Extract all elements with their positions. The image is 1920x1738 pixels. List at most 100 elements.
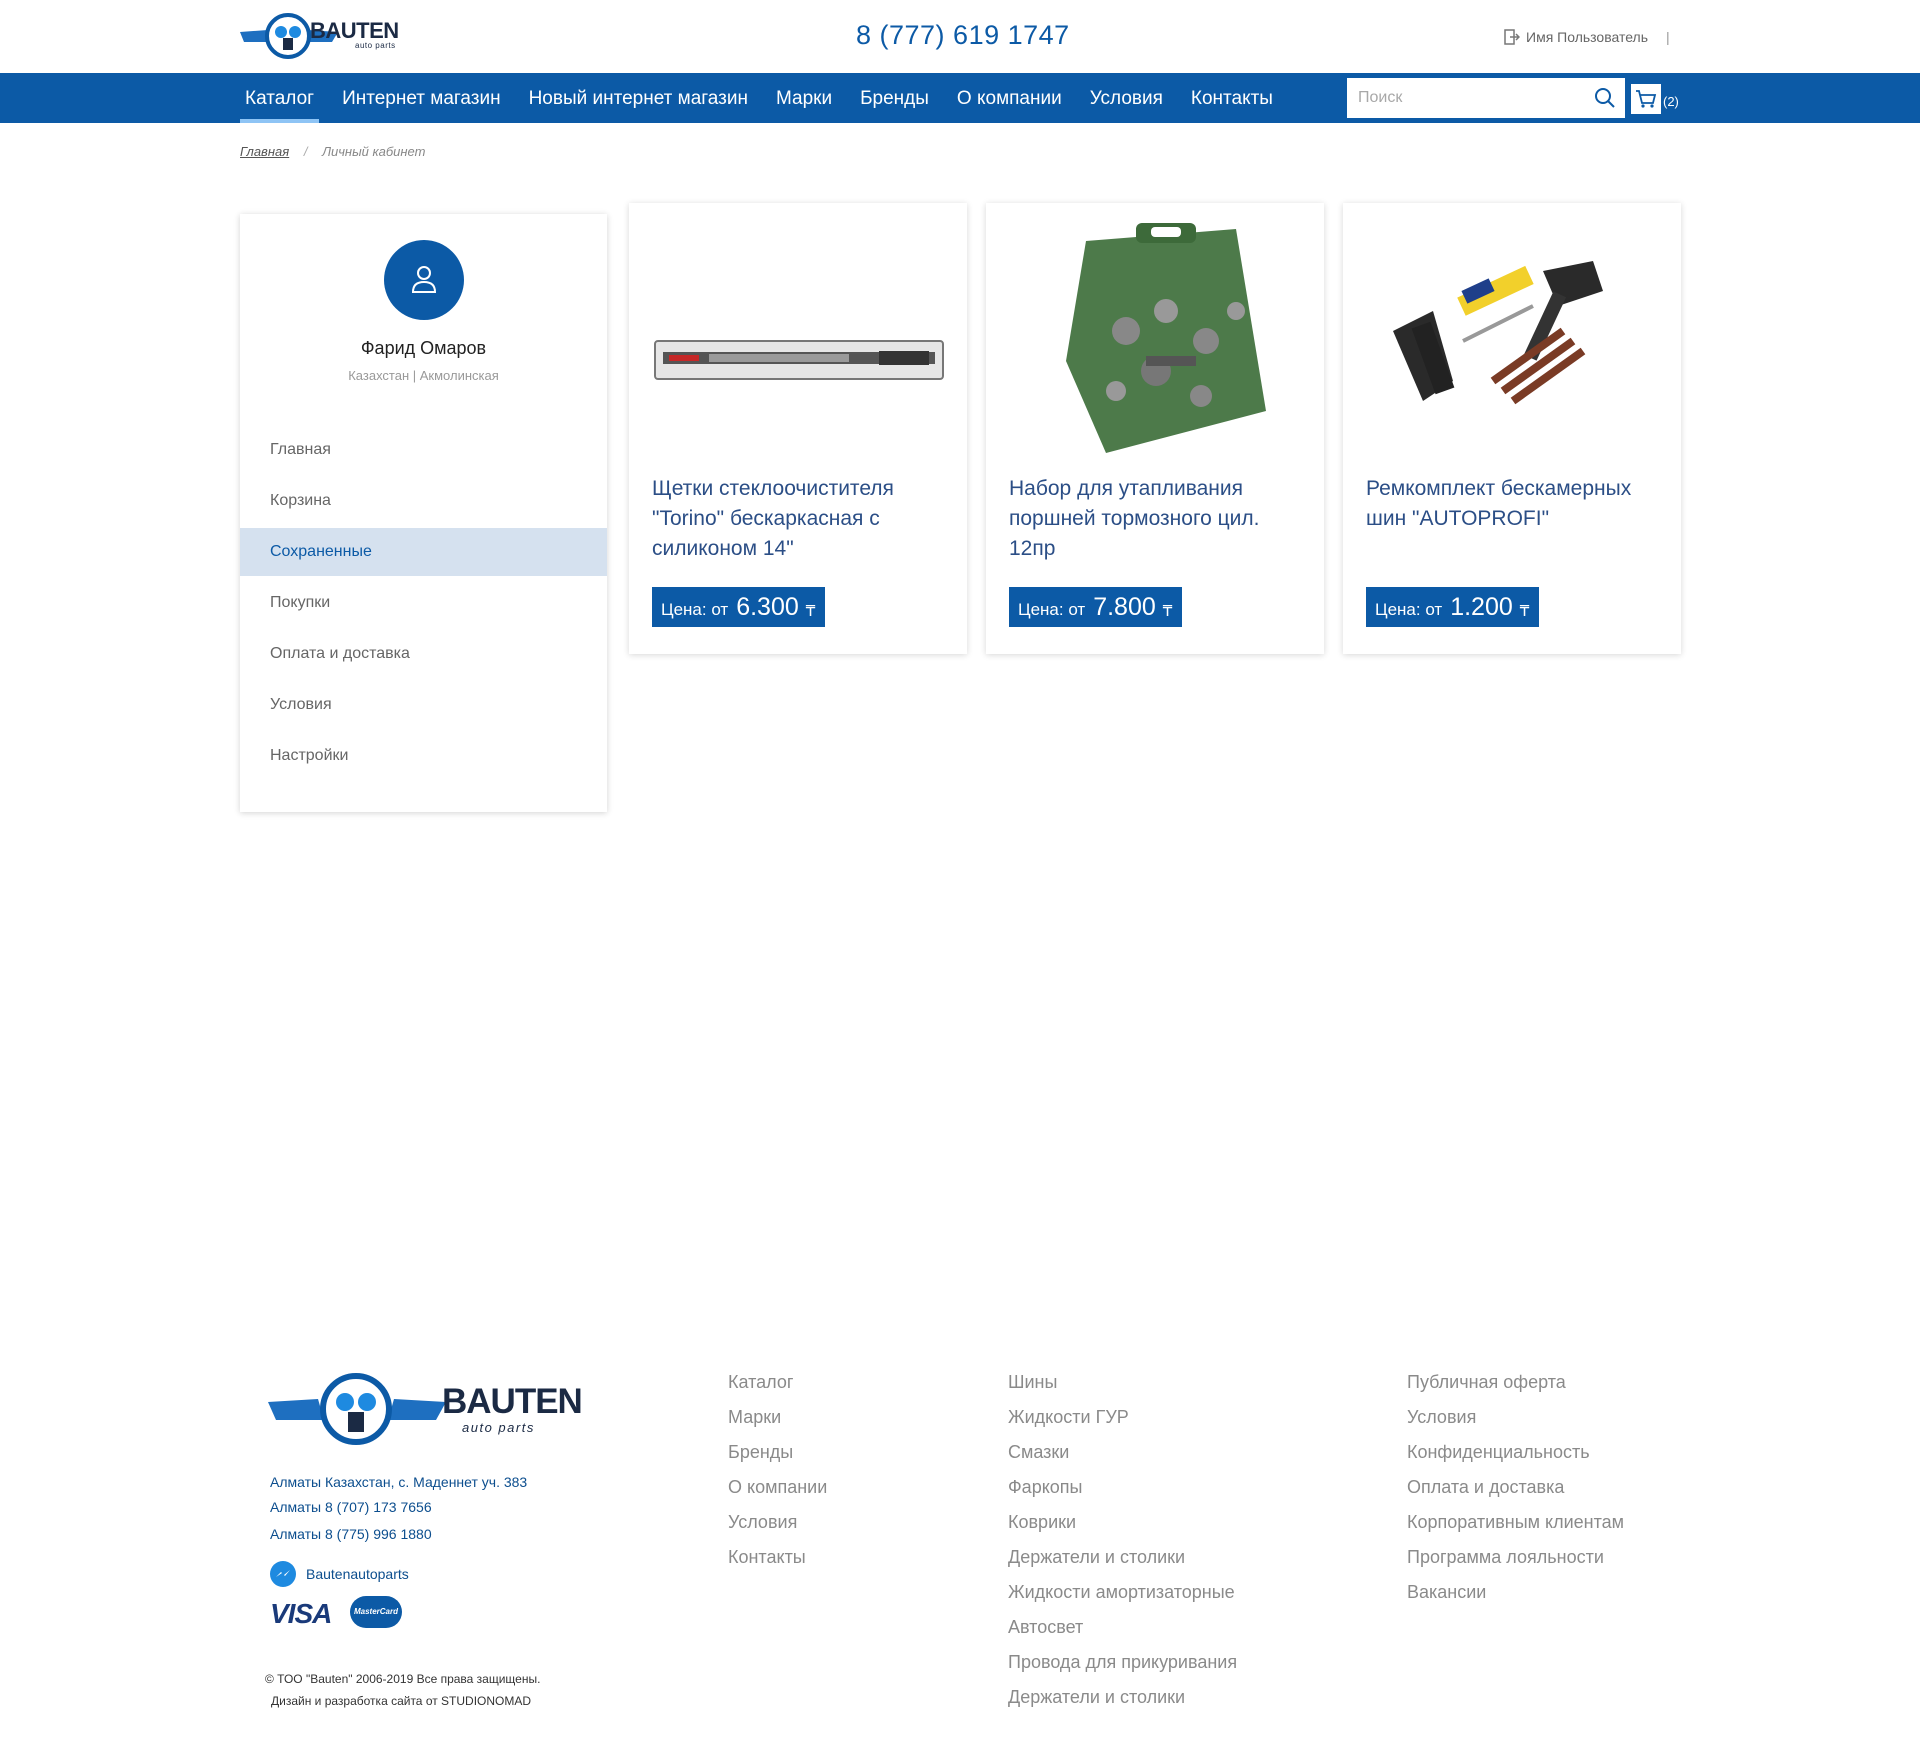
- developer-credit[interactable]: Дизайн и разработка сайта от STUDIONOMAD: [271, 1694, 531, 1708]
- profile-menu: Главная Корзина Сохраненные Покупки Опла…: [240, 426, 607, 783]
- profile-menu-terms[interactable]: Условия: [240, 681, 607, 729]
- cart-button[interactable]: [1631, 84, 1661, 114]
- footer-link-vacancies[interactable]: Вакансии: [1407, 1580, 1624, 1615]
- nav-item-about[interactable]: О компании: [952, 73, 1067, 123]
- cart-icon: [1636, 90, 1657, 108]
- footer-column-info: Публичная оферта Условия Конфиденциально…: [1407, 1370, 1624, 1615]
- messenger-label: Bautenautoparts: [306, 1566, 409, 1582]
- footer-logo-brand: BAUTEN: [442, 1382, 583, 1421]
- price-label: Цена: от: [1018, 599, 1086, 619]
- price-badge: Цена: от 1.200 ₸: [1366, 587, 1540, 627]
- header-phone[interactable]: 8 (777) 619 1747: [856, 20, 1070, 51]
- footer-phone-2[interactable]: Алматы 8 (775) 996 1880: [270, 1526, 432, 1542]
- footer-link-corporate[interactable]: Корпоративным клиентам: [1407, 1510, 1624, 1545]
- main-navigation: Каталог Интернет магазин Новый интернет …: [0, 73, 1920, 123]
- currency-symbol: ₸: [805, 603, 816, 620]
- footer-link-conditions[interactable]: Условия: [1407, 1405, 1624, 1440]
- profile-menu-saved[interactable]: Сохраненные: [240, 528, 607, 576]
- footer-link-holders-tables[interactable]: Держатели и столики: [1008, 1545, 1237, 1580]
- price-value: 1.200: [1450, 592, 1513, 621]
- messenger-icon: [270, 1561, 296, 1587]
- search-input[interactable]: [1347, 78, 1625, 118]
- product-card[interactable]: Ремкомплект бескамерных шин "AUTOPROFI" …: [1343, 203, 1681, 654]
- nav-menu: Каталог Интернет магазин Новый интернет …: [240, 73, 1296, 123]
- login-icon: [1504, 29, 1520, 45]
- footer-link-lubricants[interactable]: Смазки: [1008, 1440, 1237, 1475]
- footer-link-public-offer[interactable]: Публичная оферта: [1407, 1370, 1624, 1405]
- profile-menu-payment-delivery[interactable]: Оплата и доставка: [240, 630, 607, 678]
- profile-name: Фарид Омаров: [360, 338, 487, 358]
- mastercard-logo: MasterCard: [350, 1596, 402, 1628]
- brake-tool-case-image[interactable]: [1006, 211, 1304, 469]
- price-value: 6.300: [736, 592, 799, 621]
- footer-column-categories: Шины Жидкости ГУР Смазки Фаркопы Коврики…: [1008, 1370, 1237, 1720]
- logo-emblem-icon: [268, 1373, 446, 1445]
- footer-link-brands[interactable]: Бренды: [728, 1440, 827, 1475]
- breadcrumb-separator: /: [303, 144, 308, 159]
- copyright-text: © ТОО "Bauten" 2006-2019 Все права защищ…: [265, 1672, 541, 1686]
- footer-address: Алматы Казахстан, с. Маденнет уч. 383: [270, 1474, 528, 1490]
- footer-link-about[interactable]: О компании: [728, 1475, 827, 1510]
- cart-count[interactable]: (2): [1663, 94, 1679, 109]
- footer-link-autolight[interactable]: Автосвет: [1008, 1615, 1237, 1650]
- footer-link-loyalty[interactable]: Программа лояльности: [1407, 1545, 1624, 1580]
- price-label: Цена: от: [1375, 599, 1443, 619]
- profile-sidebar: Фарид Омаров Казахстан | Акмолинская Гла…: [240, 214, 607, 812]
- footer-link-terms[interactable]: Условия: [728, 1510, 827, 1545]
- product-title[interactable]: Набор для утапливания поршней тормозного…: [1009, 474, 1309, 564]
- profile-location: Казахстан | Акмолинская: [348, 368, 499, 383]
- footer-phone-1[interactable]: Алматы 8 (707) 173 7656: [270, 1499, 432, 1515]
- footer-link-contacts[interactable]: Контакты: [728, 1545, 827, 1580]
- product-title[interactable]: Ремкомплект бескамерных шин "AUTOPROFI": [1366, 474, 1666, 534]
- nav-item-terms[interactable]: Условия: [1085, 73, 1168, 123]
- price-badge: Цена: от 6.300 ₸: [652, 587, 826, 627]
- search-icon[interactable]: [1593, 86, 1617, 110]
- breadcrumb-home[interactable]: Главная: [240, 144, 289, 159]
- nav-item-internet-shop[interactable]: Интернет магазин: [337, 73, 506, 123]
- footer-link-privacy[interactable]: Конфиденциальность: [1407, 1440, 1624, 1475]
- messenger-link[interactable]: Bautenautoparts: [270, 1561, 409, 1587]
- product-card[interactable]: Щетки стеклоочистителя "Torino" бескарка…: [629, 203, 967, 654]
- visa-logo: VISA: [270, 1598, 332, 1629]
- profile-menu-home[interactable]: Главная: [240, 426, 607, 474]
- price-value: 7.800: [1093, 592, 1156, 621]
- avatar: [384, 240, 464, 320]
- user-icon: [411, 266, 437, 293]
- tire-repair-kit-image[interactable]: [1363, 211, 1661, 469]
- currency-symbol: ₸: [1162, 603, 1173, 620]
- footer-link-holders-tables-2[interactable]: Держатели и столики: [1008, 1685, 1237, 1720]
- footer-link-shock-fluids[interactable]: Жидкости амортизаторные: [1008, 1580, 1237, 1615]
- footer-link-mats[interactable]: Коврики: [1008, 1510, 1237, 1545]
- currency-symbol: ₸: [1519, 603, 1530, 620]
- login-separator: |: [1666, 29, 1670, 45]
- breadcrumb: Главная / Личный кабинет: [240, 144, 425, 159]
- login-label: Имя Пользователь: [1526, 29, 1649, 45]
- top-bar: BAUTEN auto parts 8 (777) 619 1747 Имя П…: [0, 0, 1920, 73]
- profile-menu-purchases[interactable]: Покупки: [240, 579, 607, 627]
- profile-menu-cart[interactable]: Корзина: [240, 477, 607, 525]
- product-card[interactable]: Набор для утапливания поршней тормозного…: [986, 203, 1324, 654]
- nav-item-marks[interactable]: Марки: [771, 73, 837, 123]
- profile-menu-settings[interactable]: Настройки: [240, 732, 607, 780]
- nav-item-brands[interactable]: Бренды: [855, 73, 934, 123]
- wiper-blade-image[interactable]: [649, 211, 947, 469]
- breadcrumb-current: Личный кабинет: [322, 144, 426, 159]
- footer-link-catalog[interactable]: Каталог: [728, 1370, 827, 1405]
- product-title[interactable]: Щетки стеклоочистителя "Torino" бескарка…: [652, 474, 952, 564]
- site-logo[interactable]: BAUTEN auto parts: [238, 12, 418, 62]
- footer-link-payment-delivery[interactable]: Оплата и доставка: [1407, 1475, 1624, 1510]
- search-box: [1347, 78, 1625, 118]
- footer-link-marks[interactable]: Марки: [728, 1405, 827, 1440]
- footer-link-towbars[interactable]: Фаркопы: [1008, 1475, 1237, 1510]
- nav-item-catalog[interactable]: Каталог: [240, 73, 320, 123]
- price-label: Цена: от: [661, 599, 729, 619]
- login-link[interactable]: Имя Пользователь |: [1504, 29, 1670, 45]
- footer-link-power-steering-fluids[interactable]: Жидкости ГУР: [1008, 1405, 1237, 1440]
- footer-link-tires[interactable]: Шины: [1008, 1370, 1237, 1405]
- footer-column-main: Каталог Марки Бренды О компании Условия …: [728, 1370, 827, 1580]
- nav-item-new-internet-shop[interactable]: Новый интернет магазин: [524, 73, 753, 123]
- price-badge: Цена: от 7.800 ₸: [1009, 587, 1183, 627]
- nav-item-contacts[interactable]: Контакты: [1186, 73, 1278, 123]
- footer-link-jumper-cables[interactable]: Провода для прикуривания: [1008, 1650, 1237, 1685]
- footer-logo[interactable]: BAUTEN auto parts: [266, 1372, 583, 1447]
